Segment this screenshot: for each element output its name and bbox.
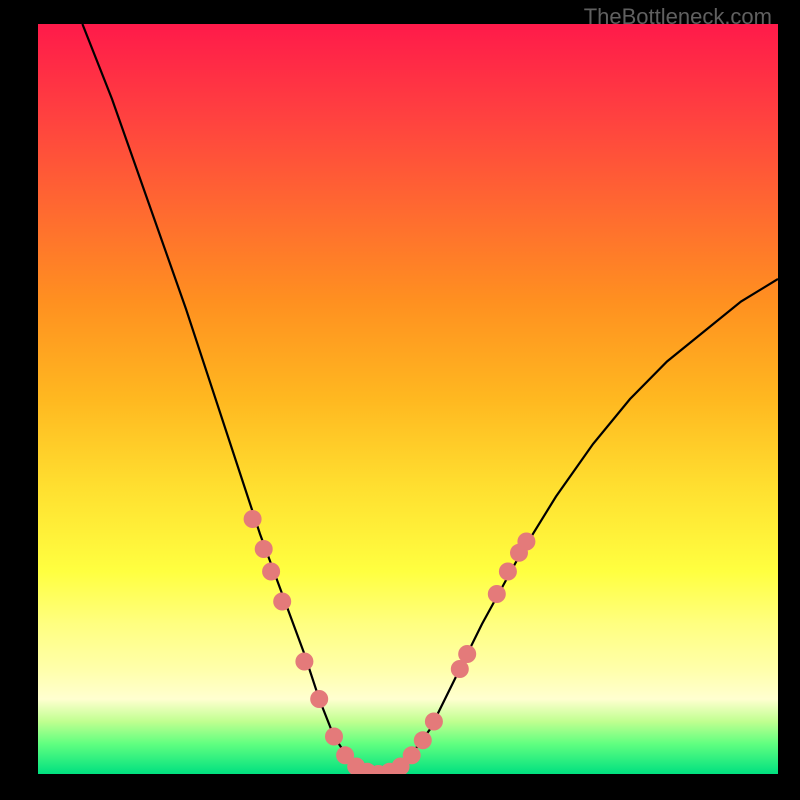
marker-point xyxy=(295,653,313,671)
marker-point xyxy=(262,563,280,581)
curve-layer xyxy=(38,24,778,774)
marker-point xyxy=(517,533,535,551)
marker-point xyxy=(488,585,506,603)
marker-point xyxy=(310,690,328,708)
marker-point xyxy=(425,713,443,731)
marker-point xyxy=(255,540,273,558)
bottleneck-curve xyxy=(82,24,778,774)
marker-point xyxy=(499,563,517,581)
marker-point xyxy=(403,746,421,764)
plot-area xyxy=(38,24,778,774)
marker-point xyxy=(273,593,291,611)
attribution-text: TheBottleneck.com xyxy=(584,4,772,30)
marker-point xyxy=(458,645,476,663)
marker-point xyxy=(244,510,262,528)
marker-point xyxy=(414,731,432,749)
marker-group xyxy=(244,510,536,774)
chart-container: TheBottleneck.com xyxy=(0,0,800,800)
marker-point xyxy=(325,728,343,746)
